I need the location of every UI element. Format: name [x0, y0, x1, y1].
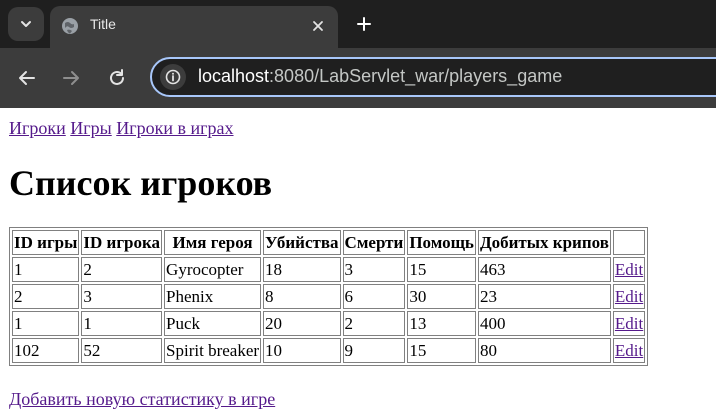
col-header-deaths: Смерти — [342, 230, 406, 255]
players-table: ID игры ID игрока Имя героя Убийства Сме… — [9, 227, 649, 366]
back-arrow-icon — [19, 71, 35, 85]
col-header-kills: Убийства — [263, 230, 341, 255]
cell-assists: 13 — [407, 311, 476, 336]
site-info-button[interactable] — [160, 64, 186, 90]
cell-kills: 8 — [263, 284, 341, 309]
globe-icon — [62, 18, 78, 34]
table-header-row: ID игры ID игрока Имя героя Убийства Сме… — [12, 230, 646, 255]
cell-actions: Edit — [612, 338, 646, 363]
table-row: 1 1 Puck 20 2 13 400 Edit — [12, 311, 646, 336]
url-path: :8080/LabServlet_war/players_game — [269, 66, 563, 86]
cell-player-id: 52 — [81, 338, 163, 363]
address-bar[interactable]: localhost:8080/LabServlet_war/players_ga… — [150, 57, 716, 97]
cell-game-id: 102 — [12, 338, 80, 363]
col-header-player-id: ID игрока — [81, 230, 163, 255]
edit-link[interactable]: Edit — [615, 287, 643, 306]
cell-assists: 15 — [407, 257, 476, 282]
table-row: 1 2 Gyrocopter 18 3 15 463 Edit — [12, 257, 646, 282]
page-title: Список игроков — [9, 163, 273, 203]
cell-game-id: 2 — [12, 284, 80, 309]
chevron-down-icon — [21, 21, 31, 27]
cell-assists: 15 — [407, 338, 476, 363]
table-row: 102 52 Spirit breaker 10 9 15 80 Edit — [12, 338, 646, 363]
col-header-assists: Помощь — [407, 230, 476, 255]
cell-hero-name: Phenix — [164, 284, 262, 309]
table-row: 2 3 Phenix 8 6 30 23 Edit — [12, 284, 646, 309]
edit-link[interactable]: Edit — [615, 314, 643, 333]
site-info-icon — [165, 69, 181, 85]
url-host: localhost — [198, 66, 270, 86]
cell-creeps: 23 — [477, 284, 611, 309]
new-tab-button[interactable] — [352, 12, 376, 36]
close-icon — [313, 21, 323, 31]
cell-creeps: 463 — [477, 257, 611, 282]
plus-icon — [357, 17, 371, 31]
cell-deaths: 9 — [342, 338, 406, 363]
cell-player-id: 1 — [81, 311, 163, 336]
cell-game-id: 1 — [12, 311, 80, 336]
col-header-actions — [612, 230, 646, 255]
forward-arrow-icon — [63, 71, 79, 85]
cell-assists: 30 — [407, 284, 476, 309]
cell-deaths: 3 — [342, 257, 406, 282]
col-header-creeps: Добитых крипов — [477, 230, 611, 255]
cell-creeps: 80 — [477, 338, 611, 363]
nav-link-games[interactable]: Игры — [70, 118, 111, 138]
tab-search-button[interactable] — [8, 7, 44, 41]
url-text: localhost:8080/LabServlet_war/players_ga… — [198, 66, 562, 87]
cell-hero-name: Puck — [164, 311, 262, 336]
col-header-hero-name: Имя героя — [164, 230, 262, 255]
cell-kills: 18 — [263, 257, 341, 282]
edit-link[interactable]: Edit — [615, 341, 643, 360]
cell-hero-name: Gyrocopter — [164, 257, 262, 282]
browser-tab[interactable]: Title — [50, 6, 338, 48]
top-nav: Игроки Игры Игроки в играх — [9, 118, 234, 139]
add-game-stats-link[interactable]: Добавить новую статистику в игре — [9, 389, 275, 410]
cell-hero-name: Spirit breaker — [164, 338, 262, 363]
cell-player-id: 3 — [81, 284, 163, 309]
cell-deaths: 6 — [342, 284, 406, 309]
cell-deaths: 2 — [342, 311, 406, 336]
reload-icon — [110, 69, 124, 85]
nav-link-players-in-games[interactable]: Игроки в играх — [116, 118, 233, 138]
cell-actions: Edit — [612, 284, 646, 309]
back-button[interactable] — [15, 66, 39, 90]
cell-player-id: 2 — [81, 257, 163, 282]
browser-toolbar: localhost:8080/LabServlet_war/players_ga… — [0, 48, 716, 108]
col-header-game-id: ID игры — [12, 230, 80, 255]
edit-link[interactable]: Edit — [615, 260, 643, 279]
tab-title: Title — [90, 16, 116, 32]
tab-strip: Title — [0, 0, 716, 48]
cell-kills: 10 — [263, 338, 341, 363]
nav-link-players[interactable]: Игроки — [9, 118, 66, 138]
cell-actions: Edit — [612, 257, 646, 282]
cell-creeps: 400 — [477, 311, 611, 336]
cell-game-id: 1 — [12, 257, 80, 282]
reload-button[interactable] — [105, 66, 129, 90]
close-tab-button[interactable] — [308, 16, 328, 36]
forward-button[interactable] — [59, 66, 83, 90]
cell-actions: Edit — [612, 311, 646, 336]
cell-kills: 20 — [263, 311, 341, 336]
